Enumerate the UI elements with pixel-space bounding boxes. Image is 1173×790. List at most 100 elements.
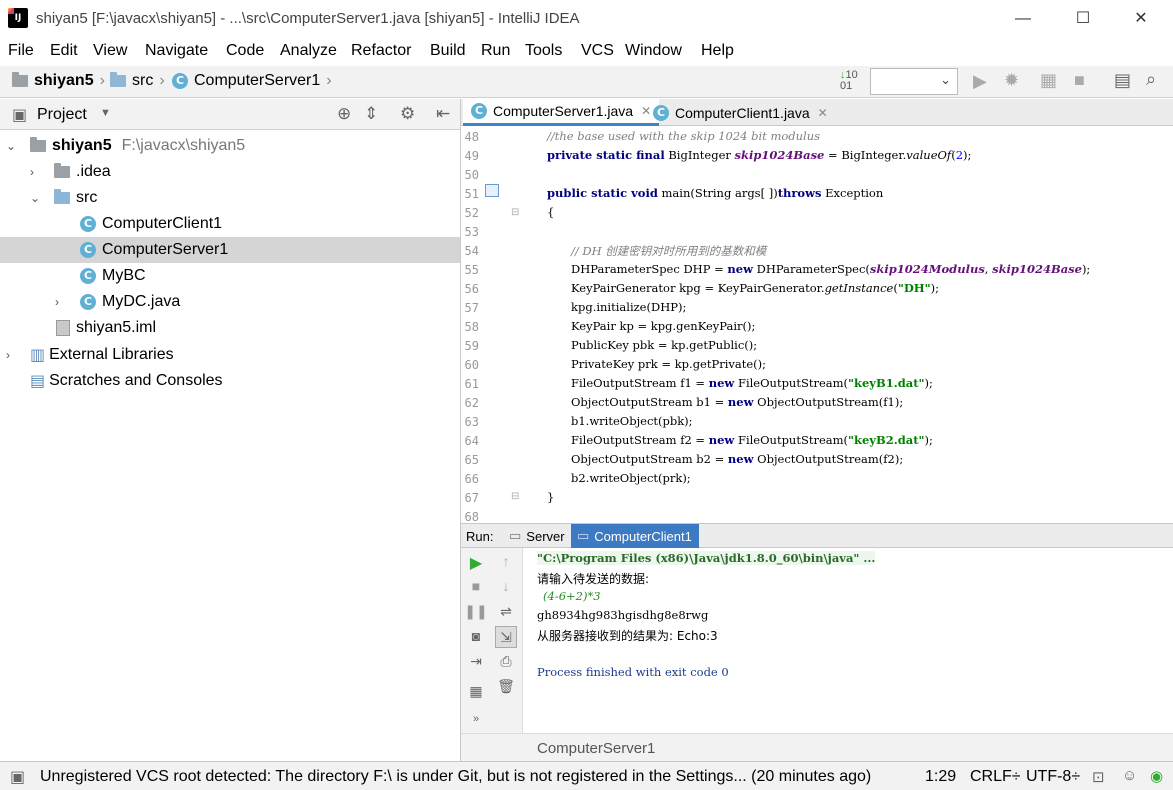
chevron-right-icon[interactable]: › <box>55 295 59 309</box>
run-toolbar-right: ↑ ↓ ⇌ ⇲ ⎙ 🗑 <box>491 548 523 733</box>
tree-item-src[interactable]: ⌄ src <box>0 185 460 211</box>
class-icon: C <box>80 268 96 284</box>
line-separator[interactable]: CRLF÷ <box>970 768 1021 786</box>
layout-icon[interactable]: ▦ <box>461 683 491 700</box>
arrow-up-icon[interactable]: ↑ <box>491 553 521 569</box>
breadcrumb-folder[interactable]: src › <box>110 72 171 90</box>
tab-computerclient1[interactable]: C ComputerClient1.java ✕ <box>645 99 836 126</box>
console-output[interactable]: "C:\Program Files (x86)\Java\jdk1.8.0_60… <box>523 548 1173 733</box>
line-number: 66 <box>464 472 479 486</box>
code-line: DHParameterSpec DHP = new DHParameterSpe… <box>571 262 1091 276</box>
menu-build[interactable]: Build <box>430 42 466 60</box>
run-tab-computerclient1[interactable]: ▭ ComputerClient1 <box>571 524 699 548</box>
run-tab-label: Server <box>526 528 565 544</box>
more-icon[interactable]: » <box>461 713 491 725</box>
project-view-title[interactable]: Project <box>37 106 87 124</box>
stop-icon[interactable]: ■ <box>1074 70 1085 91</box>
file-encoding[interactable]: UTF-8÷ <box>1026 768 1080 786</box>
search-icon[interactable]: ⌕ <box>1146 69 1156 90</box>
menu-vcs[interactable]: VCS <box>581 42 614 60</box>
hide-panel-icon[interactable]: ⇤ <box>436 104 450 124</box>
implements-marker-icon[interactable] <box>485 184 499 197</box>
cursor-position[interactable]: 1:29 <box>925 768 956 786</box>
maximize-icon[interactable]: ☐ <box>1060 4 1106 34</box>
locate-icon[interactable]: ⊕ <box>337 104 351 124</box>
class-icon: C <box>653 104 669 121</box>
gear-icon[interactable]: ⚙ <box>400 104 415 124</box>
menu-tools[interactable]: Tools <box>525 42 562 60</box>
pause-icon[interactable]: ❚❚ <box>461 603 491 620</box>
tree-item-computerclient1[interactable]: C ComputerClient1 <box>0 211 460 237</box>
editor-tabs: C ComputerServer1.java ✕ C ComputerClien… <box>461 99 1173 126</box>
breadcrumb-file[interactable]: C ComputerServer1 › <box>172 72 338 90</box>
coverage-icon[interactable]: ▦ <box>1040 70 1057 91</box>
status-message[interactable]: Unregistered VCS root detected: The dire… <box>40 768 871 786</box>
class-icon: C <box>80 216 96 232</box>
minimize-icon[interactable]: — <box>1000 4 1046 34</box>
lock-icon[interactable]: ⊡ <box>1092 768 1105 786</box>
stop-icon[interactable]: ■ <box>461 578 491 594</box>
line-number: 51 <box>464 187 479 201</box>
trash-icon[interactable]: 🗑 <box>491 678 521 695</box>
soft-wrap-icon[interactable]: ⇌ <box>491 603 521 620</box>
menu-edit[interactable]: Edit <box>50 42 78 60</box>
tree-item-iml[interactable]: shiyan5.iml <box>0 315 460 341</box>
code-line: kpg.initialize(DHP); <box>571 300 687 314</box>
menu-analyze[interactable]: Analyze <box>280 42 337 60</box>
debug-icon[interactable]: ✹ <box>1004 70 1019 91</box>
menu-window[interactable]: Window <box>625 42 682 60</box>
line-number: 53 <box>464 225 479 239</box>
menu-refactor[interactable]: Refactor <box>351 42 411 60</box>
fold-icon[interactable]: ⊟ <box>511 491 519 502</box>
line-number: 48 <box>464 130 479 144</box>
tree-item-root[interactable]: ⌄ shiyan5 F:\javacx\shiyan5 <box>0 133 460 159</box>
run-icon[interactable]: ▶ <box>973 71 987 92</box>
dump-threads-icon[interactable]: ◙ <box>461 628 491 644</box>
tree-item-mybc[interactable]: C MyBC <box>0 263 460 289</box>
tree-item-idea[interactable]: › .idea <box>0 159 460 185</box>
run-tab-label: ComputerClient1 <box>594 528 692 544</box>
menu-navigate[interactable]: Navigate <box>145 42 208 60</box>
tree-item-external-libraries[interactable]: › ▥ External Libraries <box>0 342 460 368</box>
close-tab-icon[interactable]: ✕ <box>818 106 828 120</box>
fold-icon[interactable]: ⊟ <box>511 207 519 218</box>
module-file-icon <box>56 320 70 336</box>
chevron-right-icon[interactable]: › <box>6 348 10 362</box>
inspector-icon[interactable]: ☺ <box>1122 767 1137 784</box>
tree-item-mydc[interactable]: › C MyDC.java <box>0 289 460 315</box>
code-editor[interactable]: //the base used with the skip 1024 bit m… <box>523 127 1173 523</box>
breadcrumb-separator: › <box>326 72 332 89</box>
code-line: public static void main(String args[ ])t… <box>547 186 884 200</box>
build-icon[interactable]: ↓10 01 <box>840 70 858 92</box>
intellij-logo-icon: IJ <box>8 8 28 28</box>
project-structure-icon[interactable]: ▤ <box>1114 70 1131 91</box>
line-number: 64 <box>464 434 479 448</box>
scroll-to-end-icon[interactable]: ⇲ <box>495 626 517 648</box>
menu-help[interactable]: Help <box>701 42 734 60</box>
collapse-all-icon[interactable]: ⇕ <box>364 104 378 124</box>
arrow-down-icon[interactable]: ↓ <box>491 578 521 594</box>
close-icon[interactable]: ✕ <box>1118 4 1164 34</box>
event-log-icon[interactable]: ◉ <box>1150 767 1163 785</box>
menu-file[interactable]: File <box>8 42 34 60</box>
breadcrumb-project[interactable]: shiyan5 › <box>12 72 111 90</box>
menu-run[interactable]: Run <box>481 42 510 60</box>
exit-icon[interactable]: ⇥ <box>461 653 491 670</box>
class-icon: C <box>172 73 188 89</box>
tree-item-scratches[interactable]: ▤ Scratches and Consoles <box>0 368 460 394</box>
run-config-dropdown[interactable]: ⌄ <box>870 68 958 95</box>
chevron-right-icon[interactable]: › <box>30 165 34 179</box>
chevron-down-icon[interactable]: ⌄ <box>6 139 16 153</box>
rerun-icon[interactable]: ▶ <box>461 553 491 573</box>
chevron-down-icon[interactable]: ▼ <box>100 107 111 119</box>
project-tree: ⌄ shiyan5 F:\javacx\shiyan5 › .idea ⌄ sr… <box>0 131 460 761</box>
tab-computerserver1[interactable]: C ComputerServer1.java ✕ <box>463 99 660 126</box>
run-tab-server[interactable]: ▭ Server <box>503 524 571 548</box>
toggle-panels-icon[interactable]: ▣ <box>10 767 25 787</box>
tree-item-computerserver1[interactable]: C ComputerServer1 <box>0 237 460 263</box>
project-folder-icon <box>30 137 46 152</box>
chevron-down-icon[interactable]: ⌄ <box>30 191 40 205</box>
print-icon[interactable]: ⎙ <box>491 653 521 670</box>
menu-view[interactable]: View <box>93 42 127 60</box>
menu-code[interactable]: Code <box>226 42 264 60</box>
